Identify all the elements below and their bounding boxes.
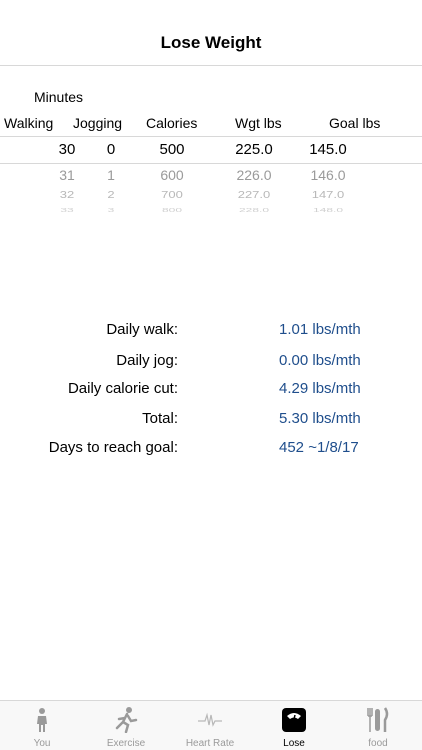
daily-calorie-cut-label: Daily calorie cut: [67,380,178,397]
walking-wheel-selected[interactable]: 30 [46,141,88,158]
tab-food[interactable]: food [336,701,420,750]
scale-icon [282,708,306,732]
weight-wheel-selected[interactable]: 225.0 [226,141,282,158]
daily-calorie-cut-value: 4.29 lbs/mth [279,380,361,397]
page-title: Lose Weight [160,33,262,52]
goal-wheel-option[interactable]: 146.0 [300,167,356,183]
navigation-bar: Lose Weight [0,0,422,66]
calories-wheel-option[interactable]: 600 [146,167,198,183]
calories-wheel-option[interactable]: 800 [146,207,198,213]
utensils-icon [367,707,389,732]
calories-wheel-option[interactable]: 700 [146,189,198,200]
weight-wheel-option[interactable]: 228.0 [226,207,282,213]
daily-walk-value: 1.01 lbs/mth [279,321,361,338]
tab-you[interactable]: You [0,701,84,750]
days-to-goal-label: Days to reach goal: [48,439,178,456]
column-header-jogging: Jogging [73,115,123,131]
goal-wheel-option[interactable]: 148.0 [300,207,356,213]
daily-jog-label: Daily jog: [116,352,178,369]
person-icon [37,708,47,732]
goal-wheel-option[interactable]: 147.0 [300,189,356,200]
tab-lose[interactable]: Lose [252,701,336,750]
walking-wheel-option[interactable]: 31 [46,167,88,183]
column-header-goal: Goal lbs [329,115,381,131]
jogging-wheel-option[interactable]: 2 [96,189,126,200]
tab-heart-rate[interactable]: Heart Rate [168,701,252,750]
tab-label: food [368,738,388,749]
tab-label: Lose [283,738,305,749]
jogging-wheel-option[interactable]: 3 [96,207,126,213]
days-to-goal-value: 452 ~1/8/17 [279,439,359,456]
picker-selection-bottom-divider [0,163,422,164]
calories-wheel-selected[interactable]: 500 [146,141,198,158]
column-header-calories: Calories [146,115,198,131]
column-header-walking: Walking [4,115,54,131]
heartbeat-icon [198,712,222,727]
weight-wheel-option[interactable]: 227.0 [226,189,282,200]
total-label: Total: [142,410,178,427]
jogging-wheel-option[interactable]: 1 [96,167,126,183]
runner-icon [115,707,138,733]
daily-walk-label: Daily walk: [106,321,178,338]
walking-wheel-option[interactable]: 32 [46,189,88,200]
column-header-weight: Wgt lbs [235,115,282,131]
total-value: 5.30 lbs/mth [279,410,361,427]
picker-selection-top-divider [0,136,422,137]
minutes-label: Minutes [34,89,84,105]
weight-wheel-option[interactable]: 226.0 [226,167,282,183]
daily-jog-value: 0.00 lbs/mth [279,352,361,369]
tab-label: Exercise [106,738,146,749]
tab-bar: You Exercise Heart Rate Lose food [0,700,422,750]
goal-wheel-selected[interactable]: 145.0 [300,141,356,158]
tab-label: You [33,738,51,749]
tab-label: Heart Rate [185,738,235,749]
jogging-wheel-selected[interactable]: 0 [96,141,126,158]
walking-wheel-option[interactable]: 33 [46,207,88,213]
tab-exercise[interactable]: Exercise [84,701,168,750]
